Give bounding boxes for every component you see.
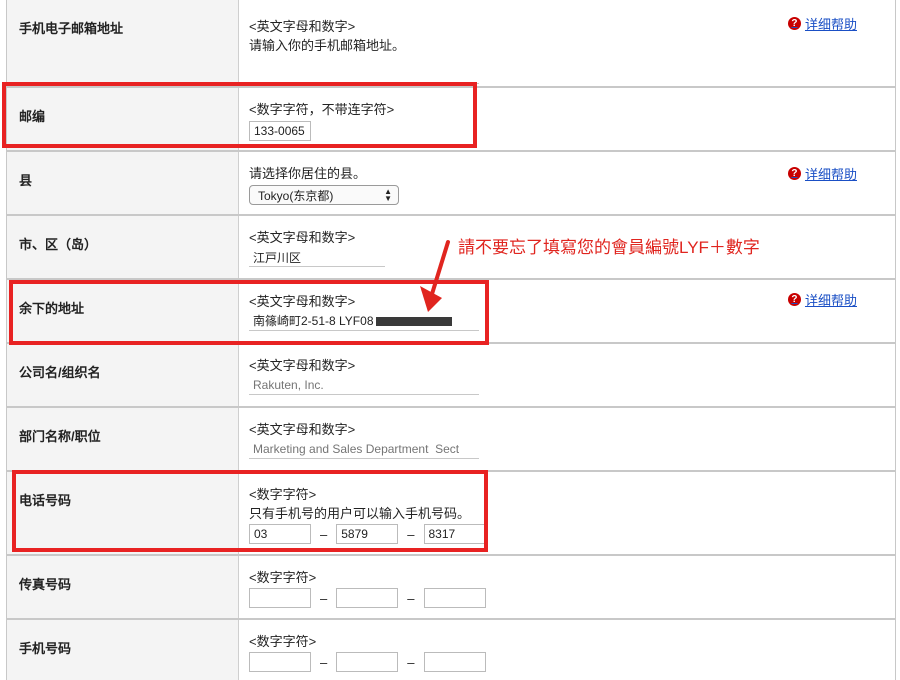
email-hint: 请输入你的手机邮箱地址。 [249,38,406,53]
mobile-label: 手机号码 [7,620,239,680]
mobile-part2-field[interactable] [336,652,399,672]
email-label: 手机电子邮箱地址 [7,0,239,86]
mobile-hint: <数字字符> [249,634,317,649]
dash: – [320,590,328,606]
fax-part1-field[interactable] [249,588,311,608]
question-circle-icon: ? [787,167,801,180]
mobile-part3-field[interactable] [423,652,486,672]
company-field[interactable] [249,376,479,395]
fax-part3-field[interactable] [423,588,486,608]
select-arrows-icon: ▲ ▼ [384,187,392,203]
annotation-text: 請不要忘了填寫您的會員編號LYF＋數字 [458,238,760,257]
email-row: 手机电子邮箱地址 <英文字母和数字> 请输入你的手机邮箱地址。 ? 详细帮助 [7,0,895,88]
department-hint: <英文字母和数字> [249,422,356,437]
arrow-icon [420,240,450,312]
email-help-link[interactable]: ? 详细帮助 [787,14,857,33]
department-label: 部门名称/职位 [7,408,239,470]
question-circle-icon: ? [787,293,801,306]
mobile-row: 手机号码 <数字字符> – – [7,620,895,680]
department-row: 部门名称/职位 <英文字母和数字> [7,408,895,472]
dash: – [407,590,415,606]
prefecture-row: 县 请选择你居住的县。 Tokyo(东京都) ▲ ▼ ? 详细帮助 [7,152,895,216]
company-hint: <英文字母和数字> [249,358,356,373]
mobile-part1-field[interactable] [249,652,311,672]
department-field[interactable] [249,440,479,459]
prefecture-selected: Tokyo(东京都) [258,188,334,203]
phone-highlight-box [12,470,488,552]
address-help-link[interactable]: ? 详细帮助 [787,290,857,309]
fax-row: 传真号码 <数字字符> – – [7,556,895,620]
prefecture-select[interactable]: Tokyo(东京都) ▲ ▼ [249,185,399,205]
help-label: 详细帮助 [804,293,857,308]
question-circle-icon: ? [787,17,801,30]
company-label: 公司名/组织名 [7,344,239,406]
company-row: 公司名/组织名 <英文字母和数字> [7,344,895,408]
help-label: 详细帮助 [804,167,857,182]
dash: – [407,654,415,670]
dash: – [320,654,328,670]
prefecture-label: 县 [7,152,239,214]
city-field[interactable] [249,248,385,267]
fax-part2-field[interactable] [336,588,399,608]
fax-hint: <数字字符> [249,570,317,585]
zip-highlight-box [2,82,477,148]
city-label: 市、区（岛） [7,216,239,278]
prefecture-help-link[interactable]: ? 详细帮助 [787,164,857,183]
fax-label: 传真号码 [7,556,239,618]
help-label: 详细帮助 [804,17,857,32]
